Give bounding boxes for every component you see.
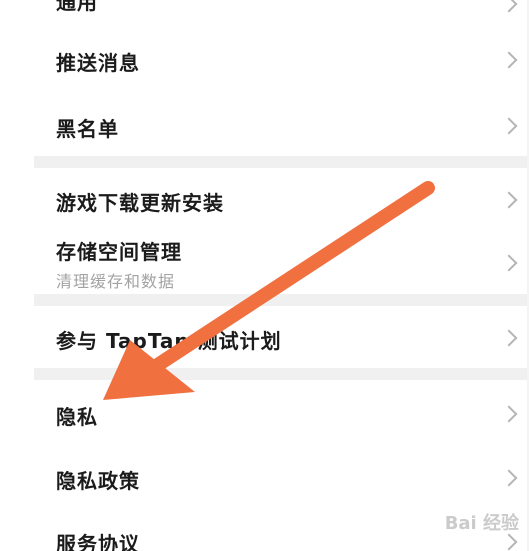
settings-item-label: 黑名单 bbox=[56, 117, 119, 141]
settings-item-label: 游戏下载更新安装 bbox=[56, 191, 224, 215]
chevron-right-icon bbox=[500, 405, 518, 423]
chevron-right-icon bbox=[500, 329, 518, 347]
chevron-right-icon bbox=[500, 51, 518, 69]
settings-item-label: 通用 bbox=[56, 0, 98, 14]
chevron-right-icon bbox=[500, 533, 518, 551]
chevron-right-icon bbox=[500, 469, 518, 487]
left-margin bbox=[0, 0, 34, 551]
settings-item-general[interactable]: 通用 bbox=[34, 0, 527, 28]
settings-item-blacklist[interactable]: 黑名单 bbox=[34, 92, 527, 156]
chevron-right-icon bbox=[500, 117, 518, 135]
section-divider bbox=[34, 294, 527, 306]
settings-item-label: 隐私 bbox=[56, 405, 98, 429]
settings-item-label: 隐私政策 bbox=[56, 469, 140, 493]
settings-item-privacy-policy[interactable]: 隐私政策 bbox=[34, 444, 527, 508]
settings-item-push-notifications[interactable]: 推送消息 bbox=[34, 28, 527, 92]
settings-item-label: 存储空间管理 bbox=[56, 240, 182, 264]
settings-item-label: 推送消息 bbox=[56, 51, 140, 75]
settings-item-label: 服务协议 bbox=[56, 532, 140, 551]
settings-item-subtitle: 清理缓存和数据 bbox=[56, 272, 176, 291]
watermark: Bai 经验 bbox=[444, 513, 519, 534]
chevron-right-icon bbox=[500, 0, 518, 13]
settings-item-privacy[interactable]: 隐私 bbox=[34, 380, 527, 444]
chevron-right-icon bbox=[500, 254, 518, 272]
settings-item-taptap-test-program[interactable]: 参与 TapTap 测试计划 bbox=[34, 306, 527, 368]
section-divider bbox=[34, 156, 527, 168]
chevron-right-icon bbox=[500, 191, 518, 209]
settings-item-label: 参与 TapTap 测试计划 bbox=[56, 329, 282, 353]
section-divider bbox=[34, 368, 527, 380]
settings-item-storage-management[interactable]: 存储空间管理 清理缓存和数据 bbox=[34, 230, 527, 294]
settings-item-game-download-update[interactable]: 游戏下载更新安装 bbox=[34, 168, 527, 230]
